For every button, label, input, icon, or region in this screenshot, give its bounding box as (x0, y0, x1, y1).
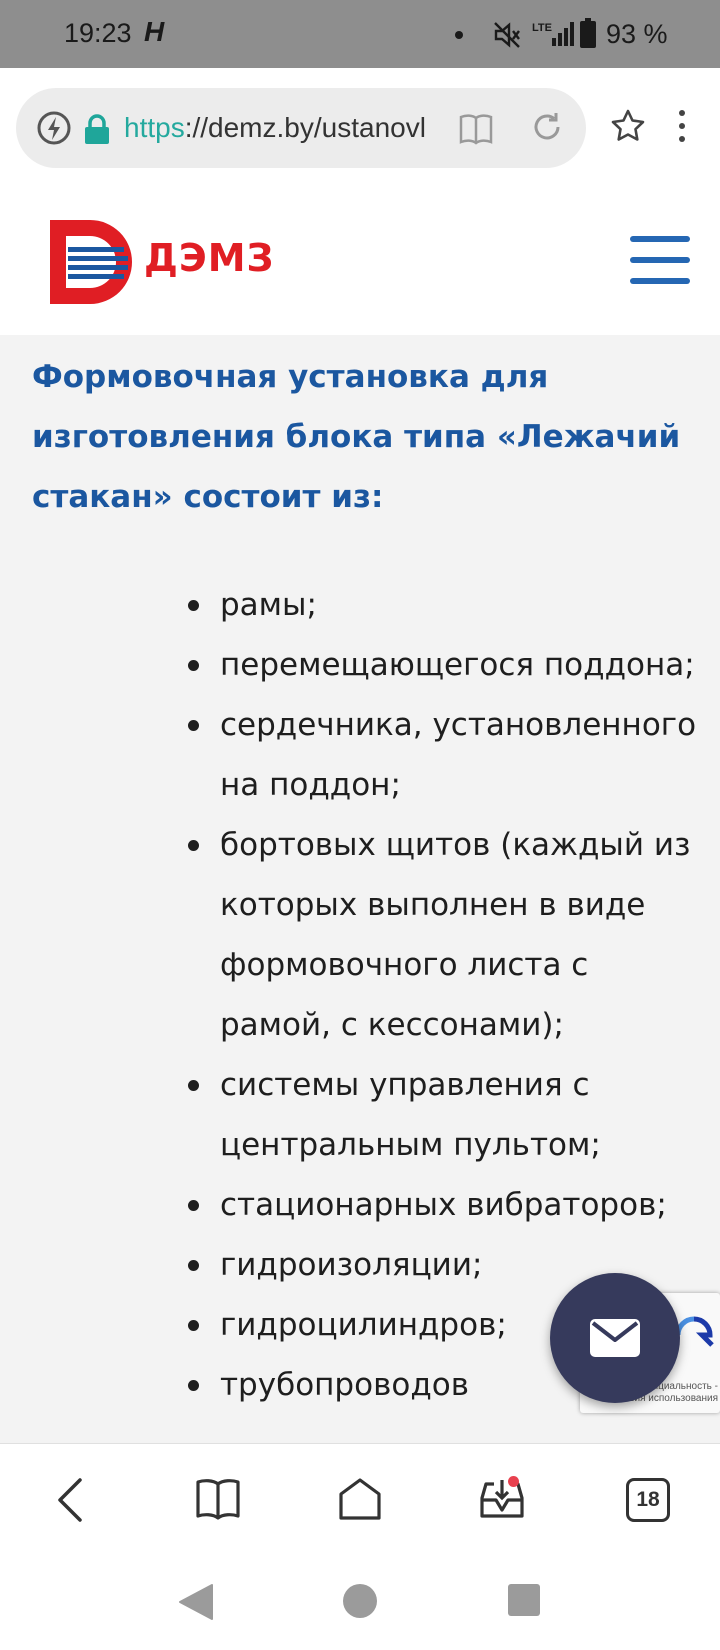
list-item: перемещающегося поддона; (186, 635, 706, 695)
star-icon[interactable] (610, 108, 646, 144)
network-type-icon: H (144, 16, 165, 47)
menu-dots-icon[interactable] (672, 108, 692, 144)
url-text[interactable]: https://demz.by/ustanovl (124, 110, 454, 146)
status-bar: 19:23 H LTE 93 % (0, 0, 720, 68)
nav-recent-icon[interactable] (508, 1584, 540, 1616)
download-notification-dot (508, 1476, 519, 1487)
mute-icon (494, 22, 520, 48)
url-path: ://demz.by/ustanovl (184, 112, 426, 143)
url-field[interactable]: https://demz.by/ustanovl (16, 88, 586, 168)
hamburger-icon[interactable] (630, 234, 690, 286)
lock-icon (85, 114, 109, 144)
reload-icon[interactable] (530, 110, 564, 144)
nav-home-icon[interactable] (343, 1584, 377, 1618)
list-item: стационарных вибраторов; (186, 1175, 706, 1235)
battery-icon (580, 18, 596, 48)
download-icon (480, 1480, 524, 1518)
bookmarks-icon[interactable] (188, 1470, 248, 1530)
tabs-icon: 18 (626, 1478, 670, 1522)
url-scheme: https (124, 112, 185, 143)
signal-icon (552, 22, 574, 46)
back-icon[interactable] (42, 1470, 102, 1530)
site-header: ДЭМЗ (0, 184, 720, 335)
battery-percent: 93 % (606, 19, 668, 49)
nav-back-icon[interactable] (178, 1583, 214, 1621)
recaptcha-icon (675, 1316, 714, 1347)
list-item: рамы; (186, 575, 706, 635)
article-heading: Формовочная установка для изготовления б… (32, 359, 681, 515)
bolt-icon[interactable] (36, 110, 72, 146)
status-time: 19:23 (64, 18, 132, 48)
reader-icon[interactable] (458, 112, 494, 146)
mail-icon (590, 1319, 640, 1357)
notification-dot-icon (455, 31, 463, 39)
home-icon[interactable] (330, 1470, 390, 1530)
browser-address-bar: https://demz.by/ustanovl (0, 68, 720, 184)
logo-text[interactable]: ДЭМЗ (144, 236, 275, 280)
android-nav-bar (0, 1553, 720, 1650)
logo-mark[interactable] (50, 220, 134, 304)
browser-bottom-toolbar: 18 (0, 1443, 720, 1553)
list-item: системы управления с центральным пультом… (186, 1055, 706, 1175)
contact-mail-button[interactable] (550, 1273, 680, 1403)
download-button[interactable] (472, 1470, 532, 1530)
tabs-button[interactable]: 18 (618, 1470, 678, 1530)
lte-label: LTE (532, 22, 552, 34)
list-item: сердечника, установленного на поддон; (186, 695, 706, 815)
list-item: бортовых щитов (каждый из которых выполн… (186, 815, 706, 1055)
